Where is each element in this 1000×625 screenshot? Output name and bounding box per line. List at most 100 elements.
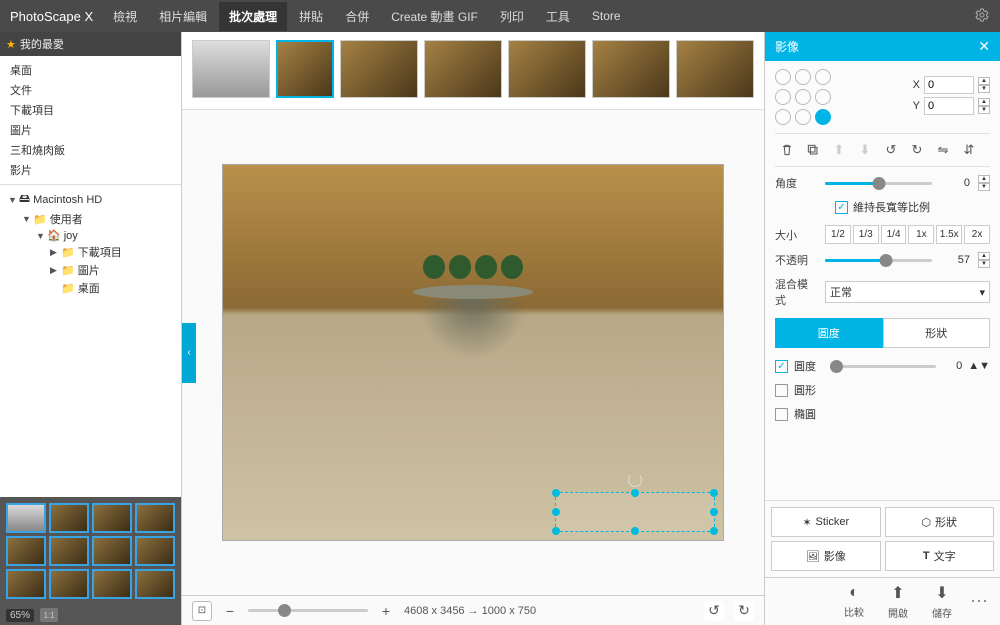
menu-tools[interactable]: 工具 [536, 2, 580, 31]
nav-downloads[interactable]: 下載項目 [2, 100, 179, 120]
y-stepper[interactable]: ▲▼ [978, 98, 990, 114]
menu-batch[interactable]: 批次處理 [219, 2, 287, 31]
resize-handle[interactable] [710, 489, 718, 497]
size-1x[interactable]: 1x [908, 225, 934, 244]
anchor-mr[interactable] [815, 89, 831, 105]
size-1-5x[interactable]: 1.5x [936, 225, 962, 244]
selection-overlay[interactable] [555, 492, 715, 532]
strip-thumb[interactable] [592, 40, 670, 98]
delete-icon[interactable] [775, 138, 799, 162]
nav-custom1[interactable]: 三和燒肉飯 [2, 140, 179, 160]
opacity-stepper[interactable]: ▲▼ [978, 252, 990, 268]
resize-handle[interactable] [710, 527, 718, 535]
anchor-ml[interactable] [775, 89, 791, 105]
open-button[interactable]: ⬆開啟 [878, 581, 918, 622]
zoom-ratio-button[interactable]: 1:1 [40, 608, 58, 622]
strip-thumb[interactable] [676, 40, 754, 98]
menu-combine[interactable]: 合併 [335, 2, 379, 31]
menu-edit[interactable]: 相片編輯 [149, 2, 217, 31]
collapse-handle[interactable]: ‹ [182, 323, 196, 383]
resize-handle[interactable] [631, 489, 639, 497]
opacity-slider[interactable] [825, 259, 932, 262]
anchor-tl[interactable] [775, 69, 791, 85]
anchor-bl[interactable] [775, 109, 791, 125]
thumb[interactable] [6, 503, 46, 533]
x-input[interactable] [924, 76, 974, 94]
tree-desktop[interactable]: 📁桌面 [2, 279, 179, 297]
tree-pictures[interactable]: ▶📁圖片 [2, 261, 179, 279]
resize-handle[interactable] [631, 527, 639, 535]
close-icon[interactable]: ✕ [978, 38, 990, 55]
sticker-button[interactable]: ✶Sticker [771, 507, 881, 537]
anchor-tr[interactable] [815, 69, 831, 85]
angle-stepper[interactable]: ▲▼ [978, 175, 990, 191]
resize-handle[interactable] [552, 527, 560, 535]
thumb[interactable] [135, 569, 175, 599]
thumb[interactable] [135, 536, 175, 566]
nav-documents[interactable]: 文件 [2, 80, 179, 100]
strip-thumb[interactable] [424, 40, 502, 98]
ellipse-checkbox[interactable] [775, 408, 788, 421]
tab-roundness[interactable]: 圓度 [775, 318, 883, 348]
thumb[interactable] [6, 536, 46, 566]
tree-user-joy[interactable]: ▼🏠joy [2, 228, 179, 243]
redo-button[interactable]: ↻ [734, 601, 754, 621]
resize-handle[interactable] [552, 489, 560, 497]
thumb[interactable] [135, 503, 175, 533]
text-button[interactable]: T文字 [885, 541, 995, 571]
menu-collage[interactable]: 拼貼 [289, 2, 333, 31]
keep-aspect-checkbox[interactable]: ✓ [835, 201, 848, 214]
strip-thumb[interactable] [340, 40, 418, 98]
bring-front-icon[interactable]: ⬆ [827, 138, 851, 162]
x-stepper[interactable]: ▲▼ [978, 77, 990, 93]
zoom-slider[interactable] [248, 609, 368, 612]
strip-thumb[interactable] [508, 40, 586, 98]
blend-select[interactable]: 正常▾ [825, 281, 990, 303]
nav-desktop[interactable]: 桌面 [2, 60, 179, 80]
angle-slider[interactable] [825, 182, 932, 185]
circle-checkbox[interactable] [775, 384, 788, 397]
flip-h-icon[interactable]: ⇋ [931, 138, 955, 162]
menu-gif[interactable]: Create 動畫 GIF [381, 2, 488, 31]
anchor-tc[interactable] [795, 69, 811, 85]
y-input[interactable] [924, 97, 974, 115]
image-button[interactable]: 🖼影像 [771, 541, 881, 571]
strip-thumb-selected[interactable] [276, 40, 334, 98]
size-2x[interactable]: 2x [964, 225, 990, 244]
thumb[interactable] [49, 536, 89, 566]
shape-button[interactable]: ⬡形狀 [885, 507, 995, 537]
menu-store[interactable]: Store [582, 3, 631, 29]
anchor-br[interactable] [815, 109, 831, 125]
save-button[interactable]: ⬇儲存 [922, 581, 962, 622]
tab-shape[interactable]: 形狀 [883, 318, 991, 348]
menu-view[interactable]: 檢視 [103, 2, 147, 31]
duplicate-icon[interactable] [801, 138, 825, 162]
rotate-handle-icon[interactable] [628, 473, 642, 487]
resize-handle[interactable] [552, 508, 560, 516]
roundness-checkbox[interactable]: ✓ [775, 360, 788, 373]
thumb[interactable] [92, 569, 132, 599]
more-icon[interactable]: ⋯ [966, 591, 992, 612]
thumb[interactable] [6, 569, 46, 599]
anchor-mc[interactable] [795, 89, 811, 105]
zoom-in-button[interactable]: + [378, 603, 394, 619]
rotate-right-icon[interactable]: ↻ [905, 138, 929, 162]
zoom-out-button[interactable]: − [222, 603, 238, 619]
thumb[interactable] [92, 503, 132, 533]
thumb[interactable] [92, 536, 132, 566]
size-quarter[interactable]: 1/4 [881, 225, 907, 244]
tree-downloads[interactable]: ▶📁下載項目 [2, 243, 179, 261]
gear-icon[interactable] [974, 7, 990, 26]
fit-button[interactable]: ⊡ [192, 601, 212, 621]
size-half[interactable]: 1/2 [825, 225, 851, 244]
roundness-slider[interactable] [830, 365, 936, 368]
roundness-stepper[interactable]: ▲▼ [968, 360, 990, 372]
nav-pictures[interactable]: 圖片 [2, 120, 179, 140]
compare-button[interactable]: ◐比較 [834, 582, 874, 621]
flip-v-icon[interactable]: ⇵ [957, 138, 981, 162]
thumb[interactable] [49, 503, 89, 533]
send-back-icon[interactable]: ⬇ [853, 138, 877, 162]
strip-thumb[interactable] [192, 40, 270, 98]
thumb[interactable] [49, 569, 89, 599]
tree-root[interactable]: ▼🖴Macintosh HD [2, 189, 179, 210]
